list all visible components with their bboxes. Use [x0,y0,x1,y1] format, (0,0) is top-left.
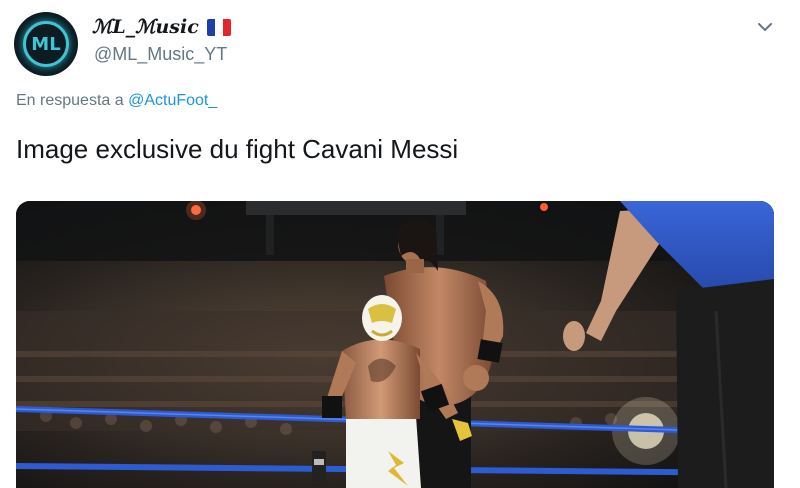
tweet-card[interactable]: ML ℳL_ℳusic @ML_Music_YT En respuesta a … [0,0,800,488]
reply-to-link[interactable]: @ActuFoot_ [128,92,217,109]
tweet-media-image[interactable] [16,201,774,488]
author-name-row[interactable]: ℳL_ℳusic [92,16,231,38]
france-flag-icon [206,18,231,36]
tweet-text: Image exclusive du fight Cavani Messi [16,134,459,164]
reply-context: En respuesta a @ActuFoot_ [16,92,217,110]
avatar[interactable]: ML [14,12,78,76]
avatar-logo-text: ML [31,33,61,55]
wrestling-photo [16,201,774,488]
avatar-logo: ML [23,21,69,67]
user-handle[interactable]: @ML_Music_YT [94,44,227,65]
chevron-down-icon[interactable] [756,18,774,36]
display-name[interactable]: ℳL_ℳusic [92,16,199,38]
reply-prefix: En respuesta a [16,92,124,109]
